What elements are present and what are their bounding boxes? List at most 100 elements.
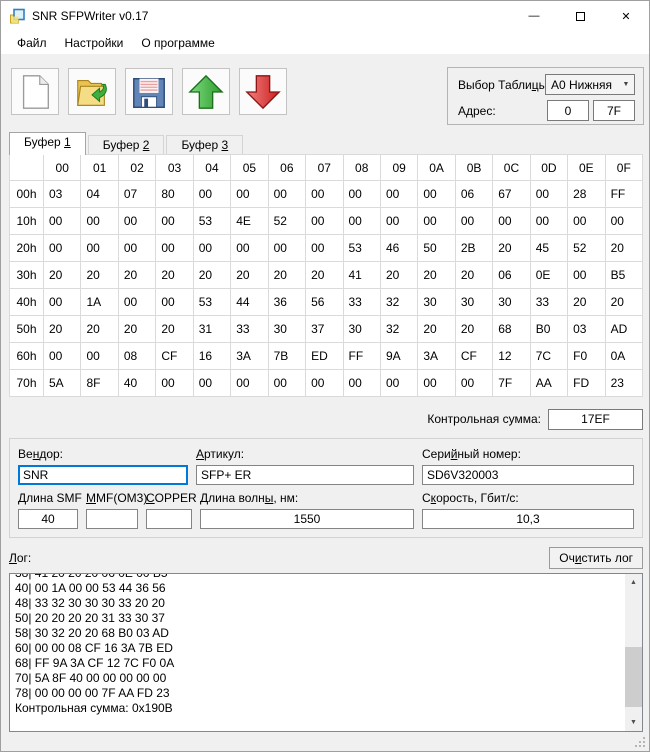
hex-cell[interactable]: 00 [306,208,343,235]
hex-cell[interactable]: 20 [418,316,455,343]
hex-cell[interactable]: 00 [568,262,605,289]
address-from-input[interactable] [547,100,589,121]
hex-cell[interactable]: 00 [81,235,118,262]
hex-cell[interactable]: 00 [156,289,193,316]
hex-cell[interactable]: 41 [343,262,380,289]
hex-cell[interactable]: 00 [44,343,81,370]
table-select-combo[interactable]: A0 Нижняя ▼ [545,74,635,95]
hex-cell[interactable]: 68 [493,316,530,343]
hex-cell[interactable]: 20 [193,262,230,289]
hex-cell[interactable]: B5 [605,262,642,289]
hex-cell[interactable]: 00 [343,370,380,397]
hex-cell[interactable]: 00 [268,370,305,397]
hex-cell[interactable]: 00 [380,208,417,235]
maximize-button[interactable] [557,1,603,31]
hex-cell[interactable]: 00 [493,208,530,235]
hex-cell[interactable]: 00 [343,208,380,235]
hex-cell[interactable]: 03 [568,316,605,343]
hex-cell[interactable]: 20 [306,262,343,289]
hex-cell[interactable]: 00 [380,181,417,208]
hex-cell[interactable]: 00 [118,289,155,316]
hex-cell[interactable]: 00 [118,208,155,235]
hex-cell[interactable]: ED [306,343,343,370]
hex-cell[interactable]: 8F [81,370,118,397]
hex-cell[interactable]: 12 [493,343,530,370]
hex-cell[interactable]: AA [530,370,567,397]
hex-cell[interactable]: 56 [306,289,343,316]
hex-cell[interactable]: 00 [380,370,417,397]
hex-cell[interactable]: 00 [193,370,230,397]
hex-cell[interactable]: 00 [44,208,81,235]
hex-cell[interactable]: 67 [493,181,530,208]
hex-cell[interactable]: 52 [568,235,605,262]
hex-cell[interactable]: 1A [81,289,118,316]
hex-cell[interactable]: 07 [118,181,155,208]
hex-cell[interactable]: 50 [418,235,455,262]
scroll-up-button[interactable]: ▲ [625,574,642,591]
hex-cell[interactable]: 00 [605,208,642,235]
hex-cell[interactable]: 53 [343,235,380,262]
hex-cell[interactable]: 00 [418,181,455,208]
log-scrollbar[interactable]: ▲ ▼ [625,574,642,731]
hex-cell[interactable]: 00 [268,235,305,262]
hex-cell[interactable]: 00 [306,181,343,208]
hex-cell[interactable]: 40 [118,370,155,397]
hex-cell[interactable]: 0A [605,343,642,370]
hex-cell[interactable]: 00 [44,235,81,262]
hex-cell[interactable]: 33 [343,289,380,316]
hex-cell[interactable]: 20 [44,262,81,289]
hex-cell[interactable]: 20 [118,262,155,289]
hex-cell[interactable]: 16 [193,343,230,370]
hex-table[interactable]: 000102030405060708090A0B0C0D0E0F00h03040… [9,154,643,397]
hex-cell[interactable]: 00 [231,235,268,262]
hex-cell[interactable]: 00 [455,370,492,397]
vendor-input[interactable] [18,465,188,485]
log-output[interactable]: 38| 41 20 20 20 06 0E 00 B540| 00 1A 00 … [9,573,643,732]
hex-cell[interactable]: 00 [156,235,193,262]
download-button[interactable] [239,68,287,115]
hex-cell[interactable]: 33 [231,316,268,343]
hex-cell[interactable]: 32 [380,316,417,343]
hex-cell[interactable]: 32 [380,289,417,316]
hex-cell[interactable]: 5A [44,370,81,397]
open-file-button[interactable] [68,68,116,115]
hex-cell[interactable]: 28 [568,181,605,208]
hex-cell[interactable]: CF [455,343,492,370]
hex-cell[interactable]: 52 [268,208,305,235]
hex-cell[interactable]: 03 [44,181,81,208]
tab-buffer-3[interactable]: Буфер 3 [166,135,243,155]
hex-cell[interactable]: 4E [231,208,268,235]
hex-cell[interactable]: 00 [268,181,305,208]
minimize-button[interactable]: — [511,1,557,31]
hex-cell[interactable]: 45 [530,235,567,262]
hex-cell[interactable]: 0E [530,262,567,289]
hex-cell[interactable]: 00 [530,208,567,235]
wavelength-input[interactable] [200,509,414,529]
hex-cell[interactable]: 00 [118,235,155,262]
hex-cell[interactable]: 30 [455,289,492,316]
hex-cell[interactable]: 30 [268,316,305,343]
hex-cell[interactable]: 20 [380,262,417,289]
resize-grip-icon[interactable] [633,735,646,748]
hex-cell[interactable]: 20 [605,289,642,316]
hex-cell[interactable]: 46 [380,235,417,262]
address-to-input[interactable] [593,100,635,121]
hex-cell[interactable]: 06 [455,181,492,208]
hex-cell[interactable]: 20 [118,316,155,343]
hex-cell[interactable]: FF [343,343,380,370]
hex-cell[interactable]: F0 [568,343,605,370]
hex-cell[interactable]: 7B [268,343,305,370]
hex-cell[interactable]: 00 [156,370,193,397]
speed-input[interactable] [422,509,634,529]
hex-cell[interactable]: 30 [418,289,455,316]
hex-cell[interactable]: 00 [81,343,118,370]
hex-cell[interactable]: 20 [81,262,118,289]
mmf-length-input[interactable] [86,509,138,529]
hex-cell[interactable]: 00 [81,208,118,235]
hex-cell[interactable]: 20 [81,316,118,343]
hex-cell[interactable]: 53 [193,289,230,316]
close-button[interactable]: ✕ [603,1,649,31]
menu-about[interactable]: О программе [132,33,223,53]
hex-cell[interactable]: 20 [568,289,605,316]
hex-cell[interactable]: 00 [306,370,343,397]
